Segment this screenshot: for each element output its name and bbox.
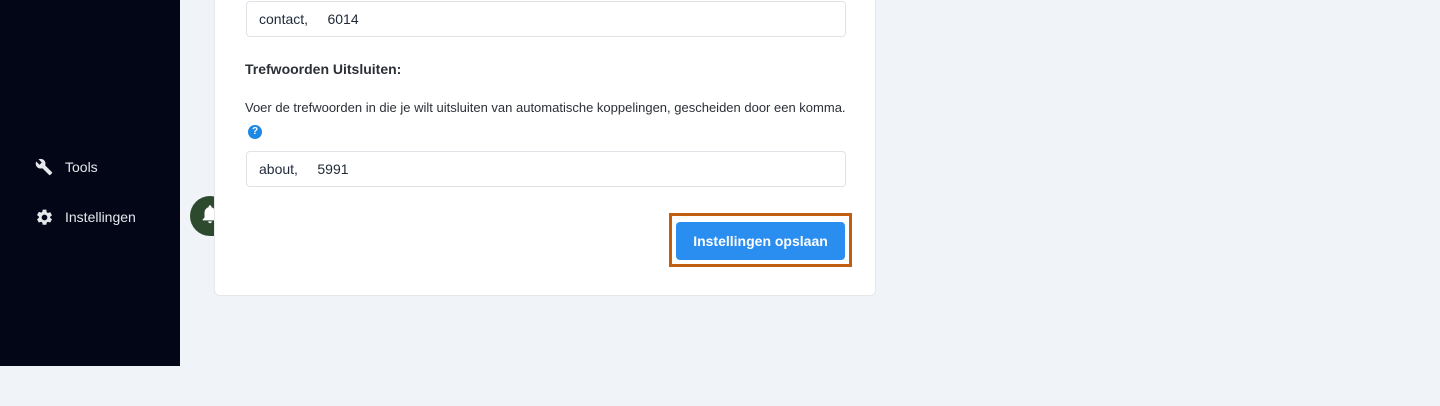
sidebar-item-instellingen[interactable]: Instellingen (34, 207, 136, 227)
sidebar-item-label: Instellingen (65, 209, 136, 225)
exclude-keywords-description: Voer de trefwoorden in die je wilt uitsl… (245, 98, 855, 139)
exclude-keywords-title: Trefwoorden Uitsluiten: (245, 61, 402, 77)
sidebar-item-tools[interactable]: Tools (34, 157, 98, 177)
exclude-keywords-input[interactable]: about, 5991 (246, 151, 846, 187)
save-settings-button[interactable]: Instellingen opslaan (676, 222, 845, 260)
include-keywords-input[interactable]: contact, 6014 (246, 1, 846, 37)
sidebar: Tools Instellingen (0, 0, 180, 366)
gear-icon (34, 207, 54, 227)
help-icon[interactable]: ? (248, 125, 262, 139)
sidebar-item-label: Tools (65, 159, 98, 175)
description-text: Voer de trefwoorden in die je wilt uitsl… (245, 100, 846, 115)
wrench-icon (34, 157, 54, 177)
